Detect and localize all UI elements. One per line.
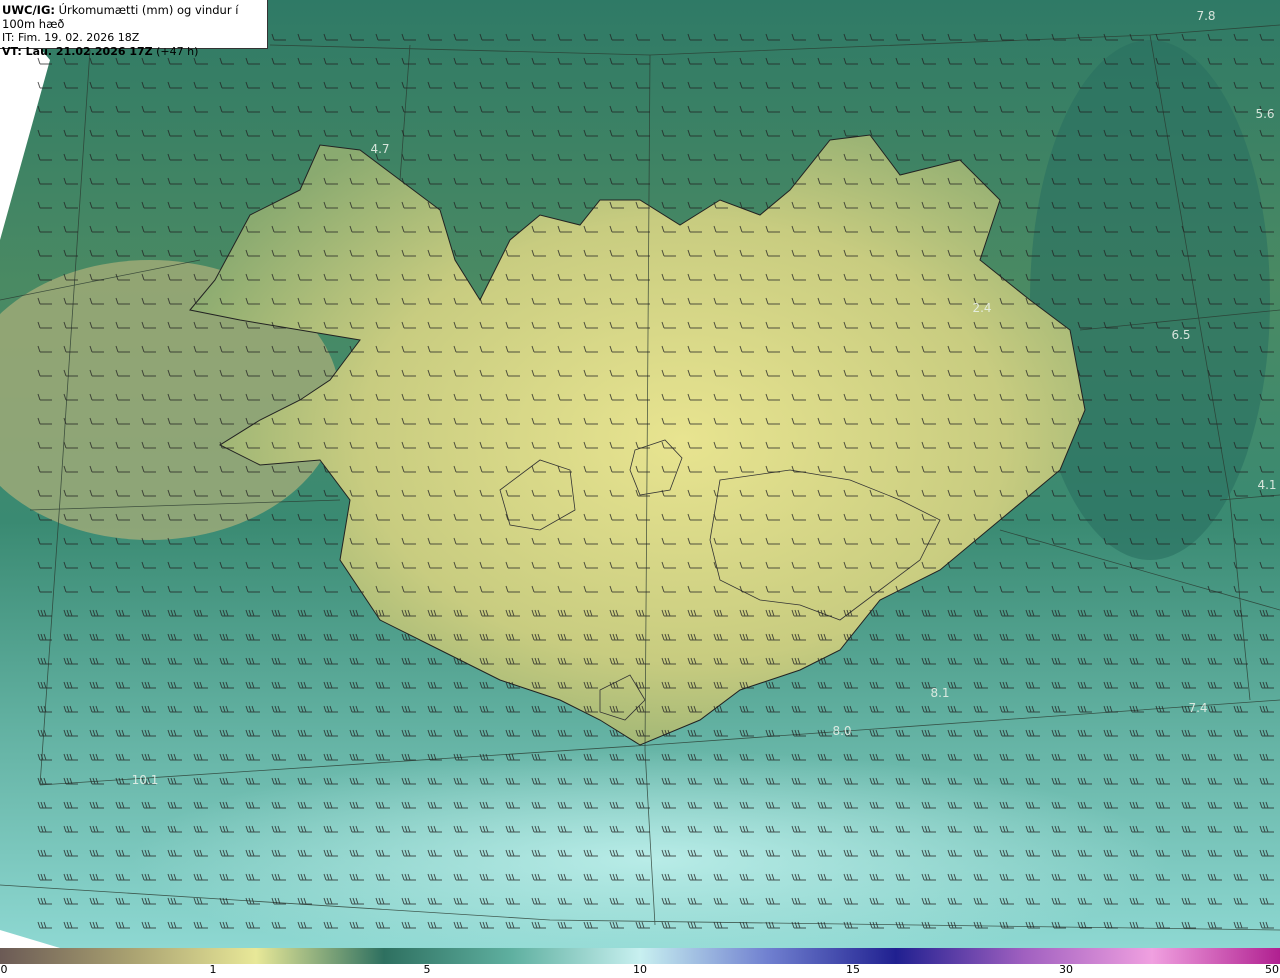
valid-time: VT: Lau. 21.02.2026 17Z xyxy=(2,45,153,58)
title-line-1: UWC/IG: Úrkomumætti (mm) og vindur í 100… xyxy=(2,3,267,31)
green-band-east xyxy=(1030,40,1270,560)
lead-time: (+47 h) xyxy=(156,45,199,58)
precipitation-colorbar xyxy=(0,948,1280,964)
colorbar-tick: 15 xyxy=(846,963,860,976)
colorbar-tick: 10 xyxy=(633,963,647,976)
map-value-label: 7.4 xyxy=(1188,701,1208,715)
valid-time-line: VT: Lau. 21.02.2026 17Z (+47 h) xyxy=(2,45,267,59)
map-value-label: 8.0 xyxy=(832,724,852,738)
map-title-box: UWC/IG: Úrkomumætti (mm) og vindur í 100… xyxy=(0,0,268,58)
colorbar-tick: 1 xyxy=(209,963,217,976)
map-value-label: 4.1 xyxy=(1257,478,1277,492)
map-value-label: 10.1 xyxy=(131,773,159,787)
map-value-label: 5.6 xyxy=(1255,107,1275,121)
map-value-label: 4.7 xyxy=(370,142,390,156)
map-value-label: 7.8 xyxy=(1196,9,1216,23)
colorbar-tick: 50 xyxy=(1265,963,1279,976)
initial-time: IT: Fim. 19. 02. 2026 18Z xyxy=(2,31,140,44)
colorbar-tick: 5 xyxy=(423,963,431,976)
map-value-label: 2.4 xyxy=(972,301,992,315)
map-value-label: 8.1 xyxy=(930,686,950,700)
model-label: UWC/IG: xyxy=(2,3,55,17)
precipitation-map[interactable] xyxy=(0,0,1280,948)
colorbar-tick: 0 xyxy=(0,963,8,976)
colorbar-tick: 30 xyxy=(1059,963,1073,976)
map-value-label: 6.5 xyxy=(1171,328,1191,342)
